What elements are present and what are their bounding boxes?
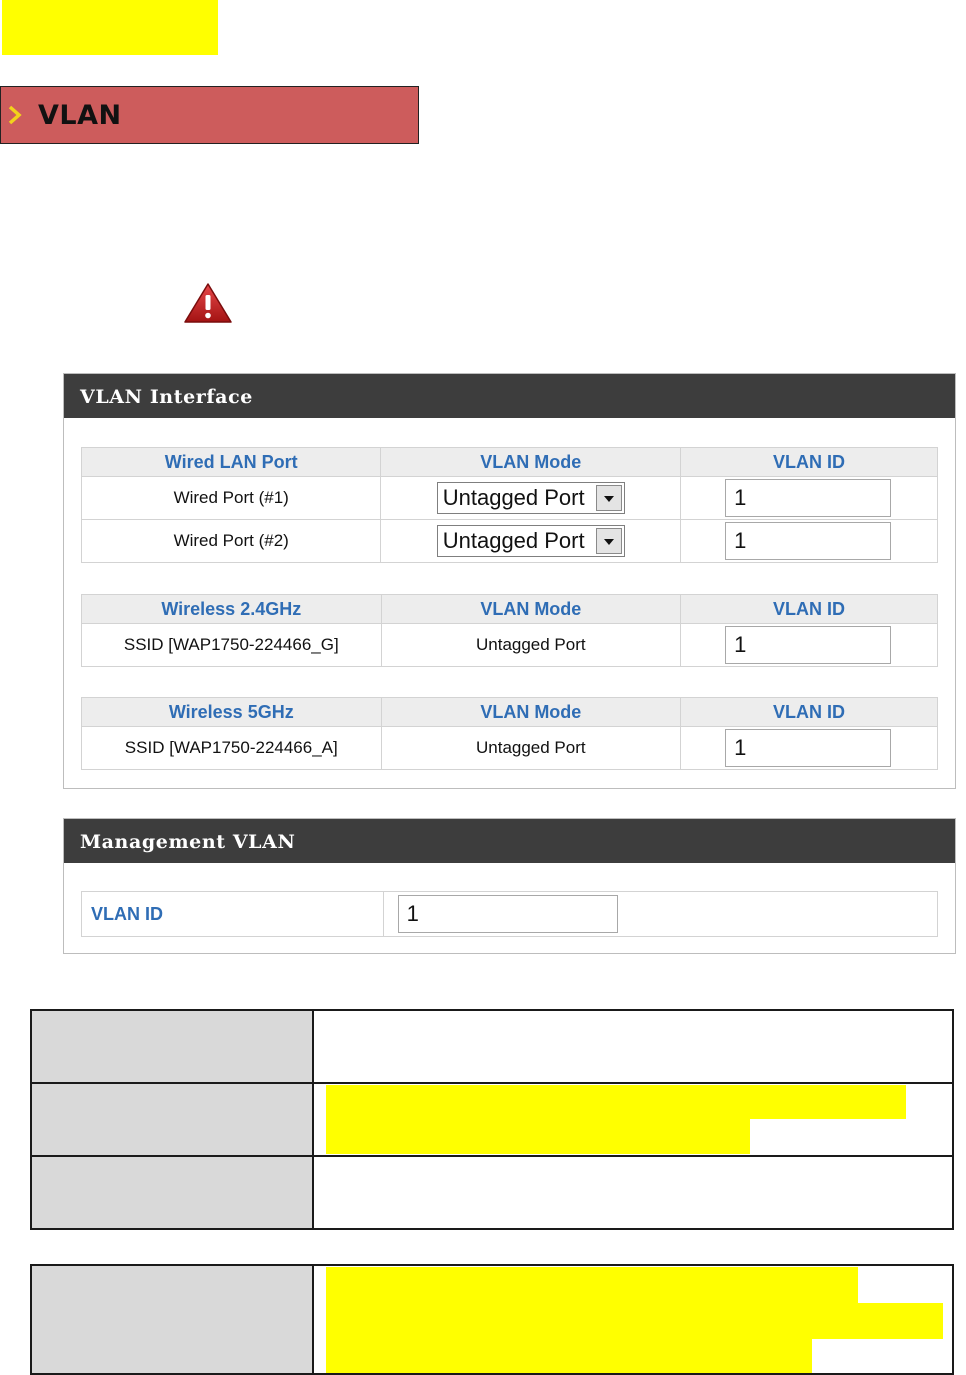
highlight-block-top bbox=[2, 0, 218, 55]
description-key-cell bbox=[30, 1009, 314, 1084]
vlan-id-input[interactable]: 1 bbox=[725, 479, 892, 517]
description-value-cell bbox=[312, 1082, 954, 1157]
ssid-label: SSID [WAP1750-224466_G] bbox=[81, 623, 382, 667]
warning-triangle-icon bbox=[184, 283, 232, 323]
highlight-line bbox=[326, 1119, 750, 1154]
highlight-line bbox=[326, 1267, 858, 1303]
wireless-24ghz-table: Wireless 2.4GHz VLAN Mode VLAN ID SSID [… bbox=[81, 594, 938, 667]
section-title: VLAN bbox=[38, 100, 122, 131]
ssid-label: SSID [WAP1750-224466_A] bbox=[81, 726, 382, 770]
chevron-down-icon[interactable] bbox=[595, 485, 622, 511]
vlan-id-label: VLAN ID bbox=[81, 891, 384, 937]
management-description-table bbox=[30, 1264, 954, 1375]
management-vlan-id-input[interactable]: 1 bbox=[397, 895, 618, 933]
highlight-line bbox=[326, 1303, 943, 1339]
port-label: Wired Port (#2) bbox=[80, 519, 382, 563]
management-vlan-table: VLAN ID 1 bbox=[81, 891, 939, 937]
column-header: Wired LAN Port bbox=[80, 447, 382, 477]
table-row: Wired Port (#2) Untagged Port 1 bbox=[80, 519, 938, 563]
description-value-cell bbox=[312, 1009, 954, 1084]
vlan-mode-select[interactable]: Untagged Port bbox=[436, 482, 625, 514]
management-vlan-title: Management VLAN bbox=[64, 819, 955, 863]
port-label: Wired Port (#1) bbox=[80, 476, 382, 520]
description-key-cell bbox=[30, 1264, 314, 1375]
table-row: SSID [WAP1750-224466_G] Untagged Port 1 bbox=[81, 623, 938, 667]
wired-lan-table: Wired LAN Port VLAN Mode VLAN ID Wired P… bbox=[80, 447, 938, 563]
column-header: VLAN Mode bbox=[380, 447, 682, 477]
column-header: VLAN ID bbox=[680, 594, 938, 624]
column-header: VLAN ID bbox=[680, 697, 938, 727]
vlan-interface-panel: VLAN Interface Wired LAN Port VLAN Mode … bbox=[63, 373, 956, 789]
section-banner: VLAN bbox=[0, 86, 419, 144]
vlan-interface-title: VLAN Interface bbox=[64, 374, 955, 418]
table-row: SSID [WAP1750-224466_A] Untagged Port 1 bbox=[81, 726, 938, 770]
description-value-cell bbox=[312, 1155, 954, 1230]
vlan-mode-value: Untagged Port bbox=[380, 623, 682, 667]
vlan-id-input[interactable]: 1 bbox=[725, 626, 892, 664]
vlan-mode-value: Untagged Port bbox=[380, 726, 682, 770]
wireless-5ghz-table: Wireless 5GHz VLAN Mode VLAN ID SSID [WA… bbox=[81, 697, 938, 770]
column-header: VLAN ID bbox=[680, 447, 938, 477]
description-key-cell bbox=[30, 1082, 314, 1157]
description-key-cell bbox=[30, 1155, 314, 1230]
column-header: Wireless 5GHz bbox=[81, 697, 382, 727]
vlan-id-input[interactable]: 1 bbox=[725, 729, 892, 767]
chevron-right-icon bbox=[8, 105, 22, 125]
vlan-mode-select[interactable]: Untagged Port bbox=[436, 525, 625, 557]
description-value-cell bbox=[312, 1264, 954, 1375]
column-header: VLAN Mode bbox=[380, 697, 682, 727]
highlight-line bbox=[326, 1339, 812, 1373]
column-header: VLAN Mode bbox=[380, 594, 682, 624]
management-vlan-panel: Management VLAN VLAN ID 1 bbox=[63, 818, 956, 954]
chevron-down-icon[interactable] bbox=[595, 528, 622, 554]
vlan-id-input[interactable]: 1 bbox=[725, 522, 892, 560]
highlight-line bbox=[326, 1085, 906, 1119]
table-row: Wired Port (#1) Untagged Port 1 bbox=[80, 476, 938, 520]
column-header: Wireless 2.4GHz bbox=[81, 594, 382, 624]
description-table bbox=[30, 1009, 954, 1230]
